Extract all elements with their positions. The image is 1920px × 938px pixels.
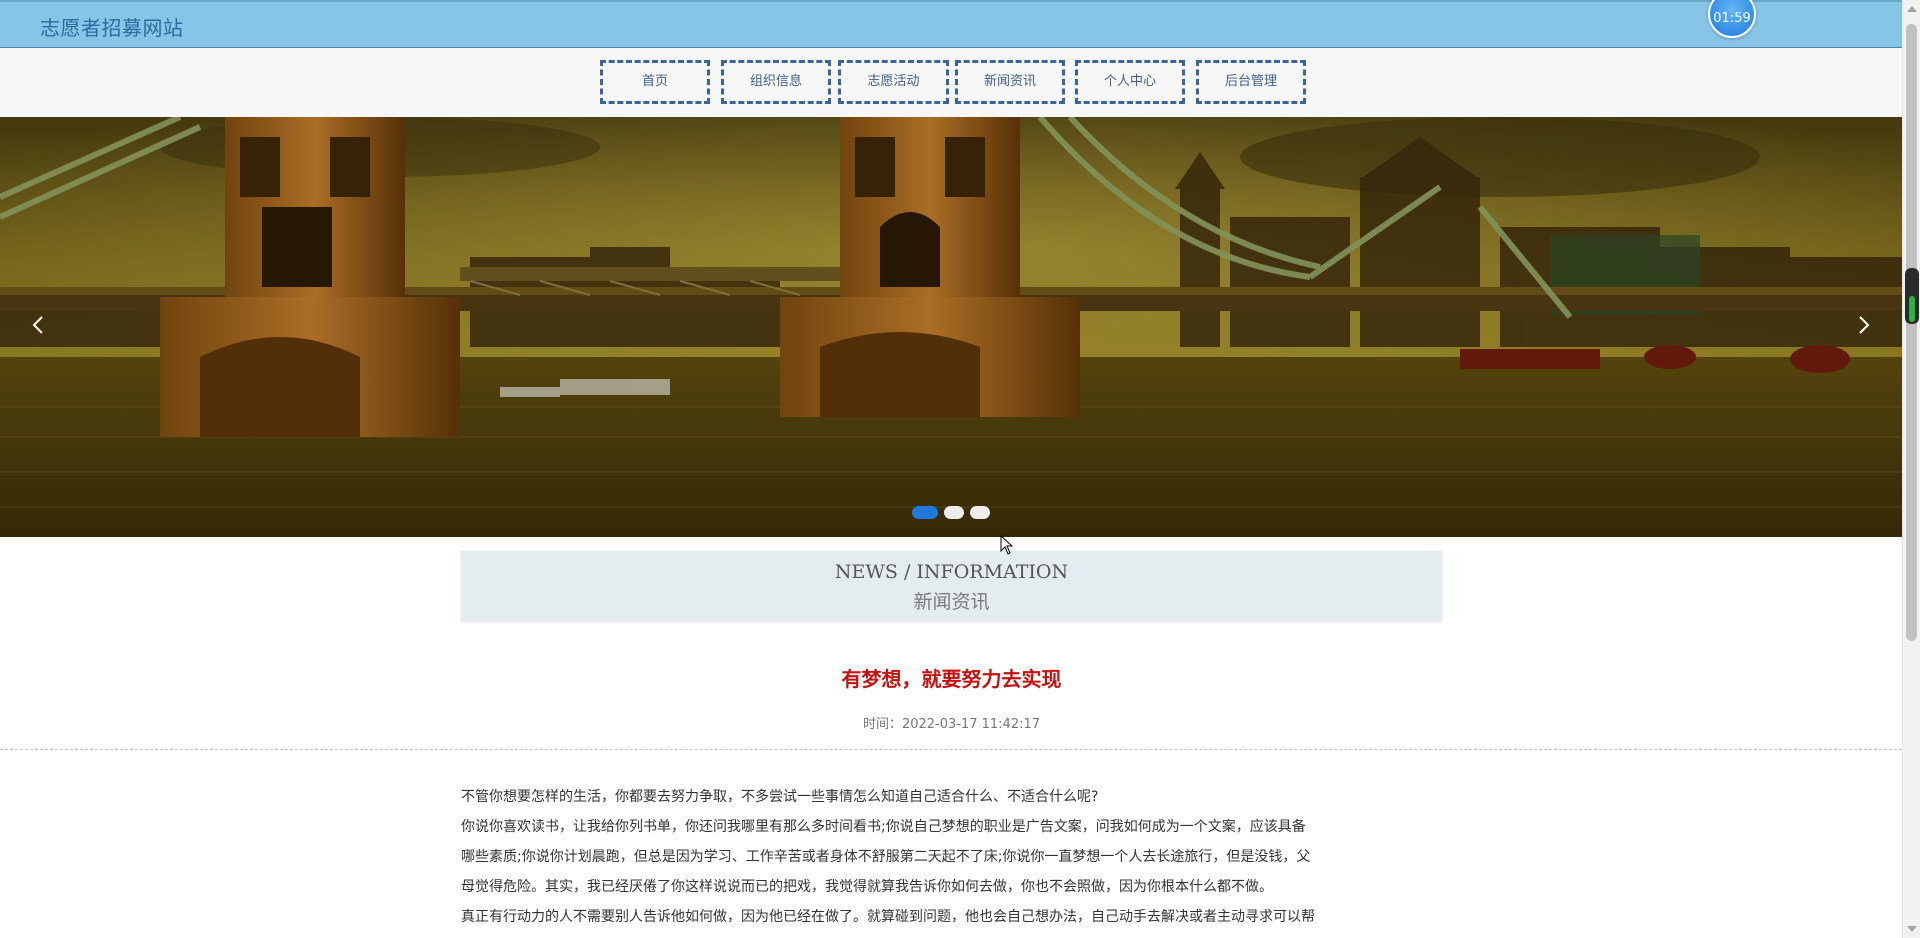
scroll-up-icon[interactable] [1907, 6, 1917, 12]
scroll-marker-highlight [1909, 296, 1915, 322]
carousel-dot[interactable] [970, 506, 990, 519]
banner-carousel[interactable] [0, 117, 1902, 537]
article-time: 时间：2022-03-17 11:42:17 [862, 717, 1041, 732]
article-paragraph: 你说你喜欢读书，让我给你列书单，你还问我哪里有那么多时间看书;你说自己梦想的职业… [461, 819, 1306, 835]
article-paragraph: 不管你想要怎样的生活，你都要去努力争取，不多尝试一些事情怎么知道自己适合什么、不… [461, 789, 1099, 805]
scroll-thumb[interactable] [1906, 24, 1917, 641]
article-paragraph: 母觉得危险。其实，我已经厌倦了你这样说说而已的把戏，我觉得就算我告诉你如何去做，… [461, 879, 1273, 895]
site-title[interactable]: 志愿者招募网站 [40, 12, 184, 41]
mouse-cursor-icon [1000, 535, 1014, 555]
article-paragraph: 哪些素质;你说你计划晨跑，但总是因为学习、工作辛苦或者身体不舒服第二天起不了床;… [461, 849, 1311, 865]
section-heading: NEWS / INFORMATION 新闻资讯 [461, 551, 1442, 621]
nav-item-profile[interactable]: 个人中心 [1075, 60, 1185, 104]
nav-item-home[interactable]: 首页 [600, 60, 710, 104]
carousel-dot[interactable] [944, 506, 964, 519]
chevron-right-icon [1859, 316, 1870, 334]
divider [0, 749, 1902, 750]
article-body: 不管你想要怎样的生活，你都要去努力争取，不多尝试一些事情怎么知道自己适合什么、不… [461, 782, 1442, 932]
nav-item-activities[interactable]: 志愿活动 [838, 60, 949, 104]
timer-badge[interactable]: 01:59 [1708, 0, 1756, 38]
nav-item-admin[interactable]: 后台管理 [1196, 60, 1306, 104]
article-title: 有梦想，就要努力去实现 [841, 667, 1062, 691]
scroll-down-icon[interactable] [1907, 926, 1917, 932]
article-paragraph: 真正有行动力的人不需要别人告诉他如何做，因为他已经在做了。就算碰到问题，他也会自… [461, 909, 1315, 925]
carousel-prev-button[interactable] [26, 311, 50, 339]
main-nav: 首页 组织信息 志愿活动 新闻资讯 个人中心 后台管理 [0, 48, 1902, 117]
page-scrollbar[interactable] [1902, 0, 1920, 938]
section-title-cn: 新闻资讯 [913, 591, 990, 613]
nav-item-news[interactable]: 新闻资讯 [955, 60, 1065, 104]
carousel-dot-active[interactable] [912, 506, 938, 519]
nav-item-organization[interactable]: 组织信息 [721, 60, 831, 104]
section-title-en: NEWS / INFORMATION [834, 561, 1069, 583]
chevron-left-icon [32, 316, 43, 334]
top-bar: 志愿者招募网站 01:59 [0, 0, 1902, 48]
carousel-next-button[interactable] [1852, 311, 1876, 339]
banner-image [0, 117, 1902, 537]
